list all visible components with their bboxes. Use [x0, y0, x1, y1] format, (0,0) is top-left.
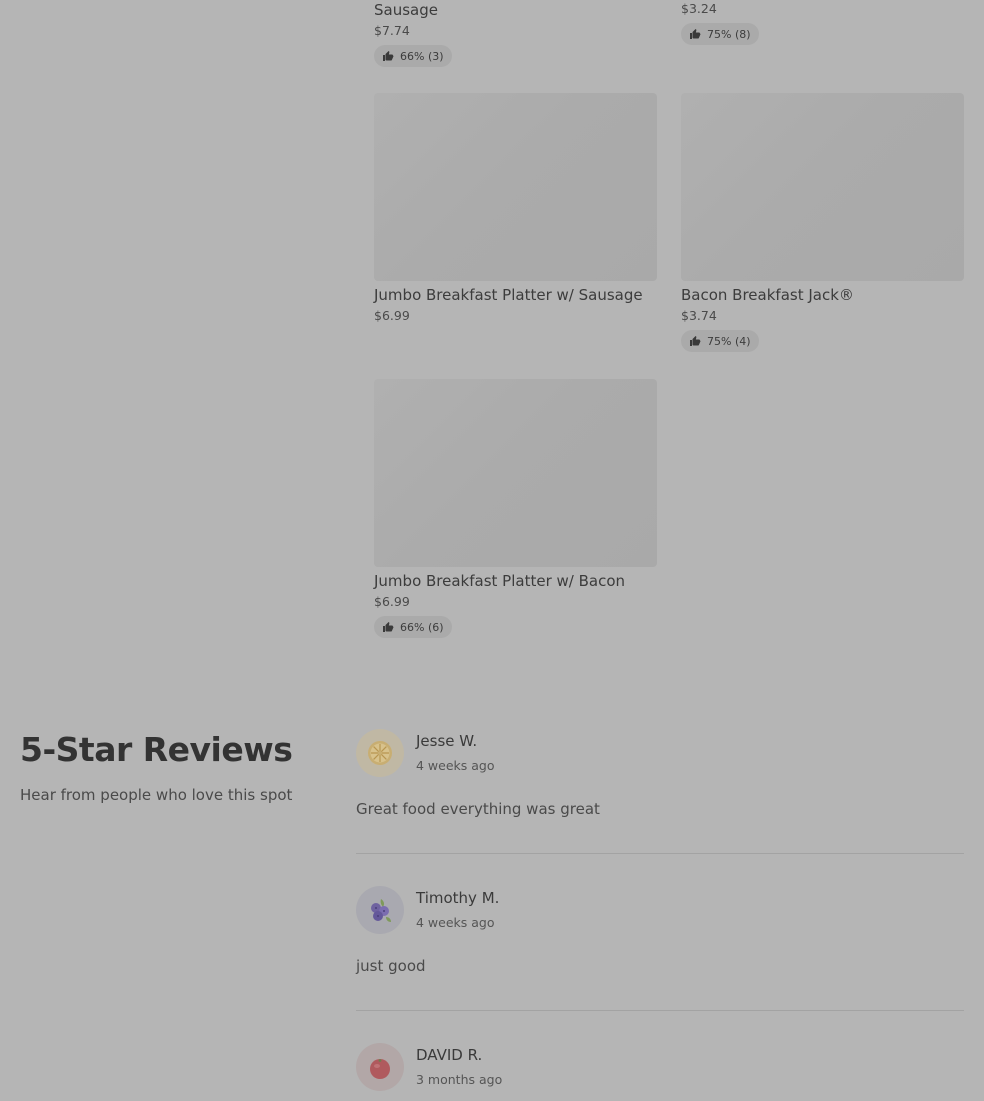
menu-item-jumbo-platter-bacon[interactable]: Jumbo Breakfast Platter w/ Bacon $6.99 6… — [374, 379, 658, 638]
menu-item-name: Jumbo Breakfast Platter w/ Bacon — [374, 572, 626, 590]
avatar — [356, 1043, 404, 1091]
menu-item-price: $3.74 — [681, 308, 717, 323]
review-date: 3 months ago — [416, 1072, 503, 1087]
rating-text: 66% (3) — [400, 49, 444, 63]
rating-badge: 66% (3) — [374, 45, 452, 67]
blueberries-icon — [371, 899, 391, 922]
rating-badge: 66% (6) — [374, 616, 452, 638]
review-author: Jesse W. — [416, 732, 478, 750]
tomato-icon — [370, 1059, 390, 1079]
menu-item-price: $6.99 — [374, 308, 410, 323]
thumbs-up-icon — [690, 336, 701, 346]
review-date: 4 weeks ago — [416, 758, 495, 773]
divider — [356, 853, 964, 854]
menu-item-image[interactable] — [681, 93, 964, 281]
menu-item-image[interactable] — [374, 379, 657, 567]
menu-item-sausage[interactable]: Sausage $7.74 66% (3) — [374, 0, 658, 67]
menu-item-price: $3.24 — [681, 1, 717, 16]
review-author: DAVID R. — [416, 1046, 483, 1064]
review-text: Great food everything was great — [356, 800, 600, 818]
rating-text: 66% (6) — [400, 620, 444, 634]
review-text: just good — [356, 957, 426, 975]
menu-item-name: Bacon Breakfast Jack® — [681, 286, 854, 304]
store-page: Sausage $7.74 66% (3) $3.24 75% (8) Jumb… — [0, 0, 984, 1101]
menu-item-price: $6.99 — [374, 594, 410, 609]
rating-badge: 75% (4) — [681, 330, 759, 352]
menu-item-name: Sausage — [374, 1, 438, 19]
lemon-slice-icon — [368, 741, 392, 765]
reviews-subtitle: Hear from people who love this spot — [20, 786, 293, 804]
rating-badge: 75% (8) — [681, 23, 759, 45]
avatar — [356, 729, 404, 777]
menu-item-image[interactable] — [374, 93, 657, 281]
rating-text: 75% (8) — [707, 27, 751, 41]
avatar — [356, 886, 404, 934]
menu-item-jumbo-platter-sausage[interactable]: Jumbo Breakfast Platter w/ Sausage $6.99 — [374, 93, 658, 323]
thumbs-up-icon — [383, 622, 394, 632]
thumbs-up-icon — [690, 29, 701, 39]
divider — [356, 1010, 964, 1011]
review-date: 4 weeks ago — [416, 915, 495, 930]
reviews-heading: 5-Star Reviews — [20, 730, 293, 769]
menu-item-price: $7.74 — [374, 23, 410, 38]
menu-item-name: Jumbo Breakfast Platter w/ Sausage — [374, 286, 643, 304]
menu-item-top-right[interactable]: $3.24 75% (8) — [681, 0, 965, 45]
rating-text: 75% (4) — [707, 334, 751, 348]
menu-item-bacon-breakfast-jack[interactable]: Bacon Breakfast Jack® $3.74 75% (4) — [681, 93, 965, 352]
thumbs-up-icon — [383, 51, 394, 61]
review-author: Timothy M. — [416, 889, 500, 907]
